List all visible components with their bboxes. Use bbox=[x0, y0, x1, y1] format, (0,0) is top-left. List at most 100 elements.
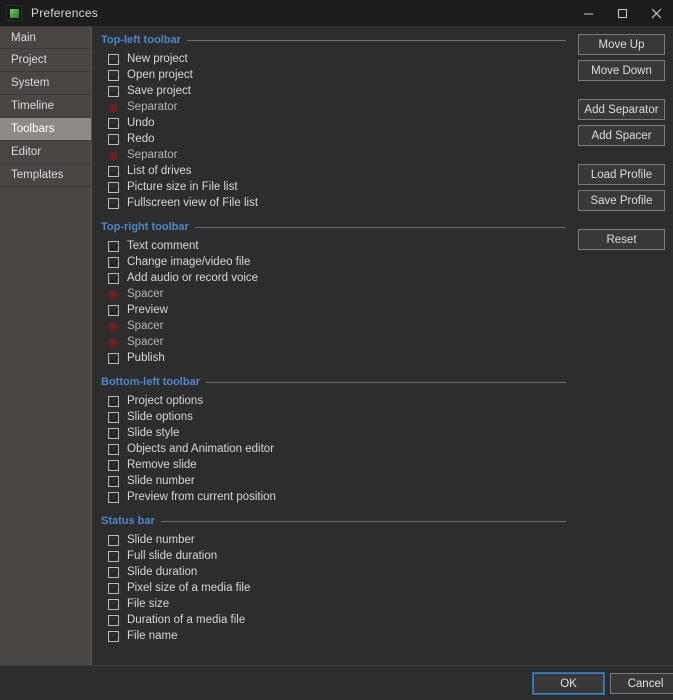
toolbar-item-row[interactable]: Add audio or record voice bbox=[108, 270, 566, 286]
checkbox-checked-icon[interactable] bbox=[108, 165, 119, 177]
cancel-button[interactable]: Cancel bbox=[610, 673, 673, 694]
load-profile-button[interactable]: Load Profile bbox=[578, 164, 665, 185]
toolbar-item-row[interactable]: Slide number bbox=[108, 532, 566, 548]
checkbox-checked-icon[interactable] bbox=[108, 53, 119, 65]
checkbox-checked-icon[interactable] bbox=[108, 352, 119, 364]
section-header: Status bar bbox=[101, 513, 566, 529]
toolbar-item-row[interactable]: Redo bbox=[108, 131, 566, 147]
toolbar-item-row[interactable]: List of drives bbox=[108, 163, 566, 179]
toolbar-item-row[interactable]: Slide duration bbox=[108, 564, 566, 580]
sidebar-item-templates[interactable]: Templates bbox=[0, 164, 91, 187]
checkbox-checked-icon[interactable] bbox=[108, 85, 119, 97]
sidebar-item-editor[interactable]: Editor bbox=[0, 141, 91, 164]
checkbox-checked-icon[interactable] bbox=[108, 272, 119, 284]
toolbar-item-row[interactable]: Separator bbox=[108, 99, 566, 115]
checkbox-checked-icon[interactable] bbox=[108, 427, 119, 439]
toolbar-item-row[interactable]: Slide number bbox=[108, 473, 566, 489]
toolbar-item-row[interactable]: Picture size in File list bbox=[108, 179, 566, 195]
checkbox-checked-icon[interactable] bbox=[108, 491, 119, 503]
minimize-icon[interactable] bbox=[571, 0, 605, 26]
toolbar-item-row[interactable]: Preview from current position bbox=[108, 489, 566, 505]
checkbox-checked-icon[interactable] bbox=[108, 534, 119, 546]
toolbar-item-row[interactable]: Spacer bbox=[108, 318, 566, 334]
sidebar-item-toolbars[interactable]: Toolbars bbox=[0, 118, 91, 141]
dialog-footer: OK Cancel bbox=[0, 665, 673, 700]
close-icon[interactable] bbox=[639, 0, 673, 26]
sidebar-item-system[interactable]: System bbox=[0, 72, 91, 95]
checkbox-checked-icon[interactable] bbox=[108, 614, 119, 626]
toolbar-item-row[interactable]: Project options bbox=[108, 393, 566, 409]
add-spacer-button[interactable]: Add Spacer bbox=[578, 125, 665, 146]
toolbar-item-label: Remove slide bbox=[127, 459, 197, 471]
toolbar-item-row[interactable]: Change image/video file bbox=[108, 254, 566, 270]
sidebar-item-main[interactable]: Main bbox=[0, 26, 91, 49]
toolbar-item-row[interactable]: Preview bbox=[108, 302, 566, 318]
toolbar-item-row[interactable]: Full slide duration bbox=[108, 548, 566, 564]
checkbox-checked-icon[interactable] bbox=[108, 582, 119, 594]
sidebar-item-timeline[interactable]: Timeline bbox=[0, 95, 91, 118]
toolbar-item-row[interactable]: Remove slide bbox=[108, 457, 566, 473]
section-header: Bottom-left toolbar bbox=[101, 374, 566, 390]
reset-button[interactable]: Reset bbox=[578, 229, 665, 250]
checkbox-checked-icon[interactable] bbox=[108, 117, 119, 129]
checkbox-checked-icon[interactable] bbox=[108, 69, 119, 81]
toolbar-item-label: Preview from current position bbox=[127, 491, 276, 503]
section-bottom-left-toolbar: Bottom-left toolbar Project options Slide … bbox=[101, 374, 566, 505]
toolbar-item-row[interactable]: File name bbox=[108, 628, 566, 644]
checkbox-checked-icon[interactable] bbox=[108, 240, 119, 252]
checkbox-checked-icon[interactable] bbox=[108, 256, 119, 268]
toolbar-item-row[interactable]: Text comment bbox=[108, 238, 566, 254]
checkbox-checked-icon[interactable] bbox=[108, 459, 119, 471]
toolbar-item-row[interactable]: Publish bbox=[108, 350, 566, 366]
checkbox-checked-icon[interactable] bbox=[108, 566, 119, 578]
toolbar-item-row[interactable]: Spacer bbox=[108, 286, 566, 302]
section-top-right-toolbar: Top-right toolbar Text comment Change imag… bbox=[101, 219, 566, 366]
checkbox-checked-icon[interactable] bbox=[108, 133, 119, 145]
checkbox-checked-icon[interactable] bbox=[108, 395, 119, 407]
checkbox-checked-icon[interactable] bbox=[108, 181, 119, 193]
toolbar-item-label: Text comment bbox=[127, 240, 199, 252]
move-up-button[interactable]: Move Up bbox=[578, 34, 665, 55]
checkbox-checked-icon[interactable] bbox=[108, 304, 119, 316]
checkbox-checked-icon[interactable] bbox=[108, 411, 119, 423]
button-label: Load Profile bbox=[590, 168, 653, 181]
toolbar-item-label: Pixel size of a media file bbox=[127, 582, 251, 594]
toolbar-item-row[interactable]: Pixel size of a media file bbox=[108, 580, 566, 596]
toolbar-item-row[interactable]: Separator bbox=[108, 147, 566, 163]
checkbox-checked-icon[interactable] bbox=[108, 550, 119, 562]
toolbar-item-row[interactable]: Spacer bbox=[108, 334, 566, 350]
sidebar-item-project[interactable]: Project bbox=[0, 49, 91, 72]
checkbox-checked-icon[interactable] bbox=[108, 598, 119, 610]
move-down-button[interactable]: Move Down bbox=[578, 60, 665, 81]
ok-button[interactable]: OK bbox=[532, 672, 605, 695]
toolbar-item-row[interactable]: Open project bbox=[108, 67, 566, 83]
preferences-window: Preferences Main Project System Timeline Too… bbox=[0, 0, 673, 700]
checkbox-checked-icon[interactable] bbox=[108, 443, 119, 455]
toolbar-item-row[interactable]: Fullscreen view of File list bbox=[108, 195, 566, 211]
toolbar-item-row[interactable]: Slide style bbox=[108, 425, 566, 441]
toolbar-item-row[interactable]: Undo bbox=[108, 115, 566, 131]
toolbar-item-row[interactable]: Objects and Animation editor bbox=[108, 441, 566, 457]
toolbar-item-label: Separator bbox=[127, 101, 178, 113]
checkbox-checked-icon[interactable] bbox=[108, 475, 119, 487]
toolbar-item-label: Add audio or record voice bbox=[127, 272, 259, 284]
section-top-left-toolbar: Top-left toolbar New project Open project S… bbox=[101, 32, 566, 211]
checkbox-checked-icon[interactable] bbox=[108, 630, 119, 642]
toolbar-item-row[interactable]: File size bbox=[108, 596, 566, 612]
toolbar-item-label: Slide style bbox=[127, 427, 180, 439]
toolbar-item-row[interactable]: Duration of a media file bbox=[108, 612, 566, 628]
sidebar-item-label: Timeline bbox=[11, 100, 55, 112]
section-header: Top-right toolbar bbox=[101, 219, 566, 235]
maximize-icon[interactable] bbox=[605, 0, 639, 26]
checkbox-checked-icon[interactable] bbox=[108, 197, 119, 209]
toolbar-item-row[interactable]: Save project bbox=[108, 83, 566, 99]
section-title: Status bar bbox=[101, 515, 155, 527]
toolbar-item-row[interactable]: Slide options bbox=[108, 409, 566, 425]
window-title: Preferences bbox=[31, 6, 98, 20]
add-separator-button[interactable]: Add Separator bbox=[578, 99, 665, 120]
toolbar-item-row[interactable]: New project bbox=[108, 51, 566, 67]
save-profile-button[interactable]: Save Profile bbox=[578, 190, 665, 211]
button-label: Move Down bbox=[591, 64, 652, 77]
toolbar-item-label: Spacer bbox=[127, 320, 164, 332]
toolbar-item-label: Undo bbox=[127, 117, 155, 129]
